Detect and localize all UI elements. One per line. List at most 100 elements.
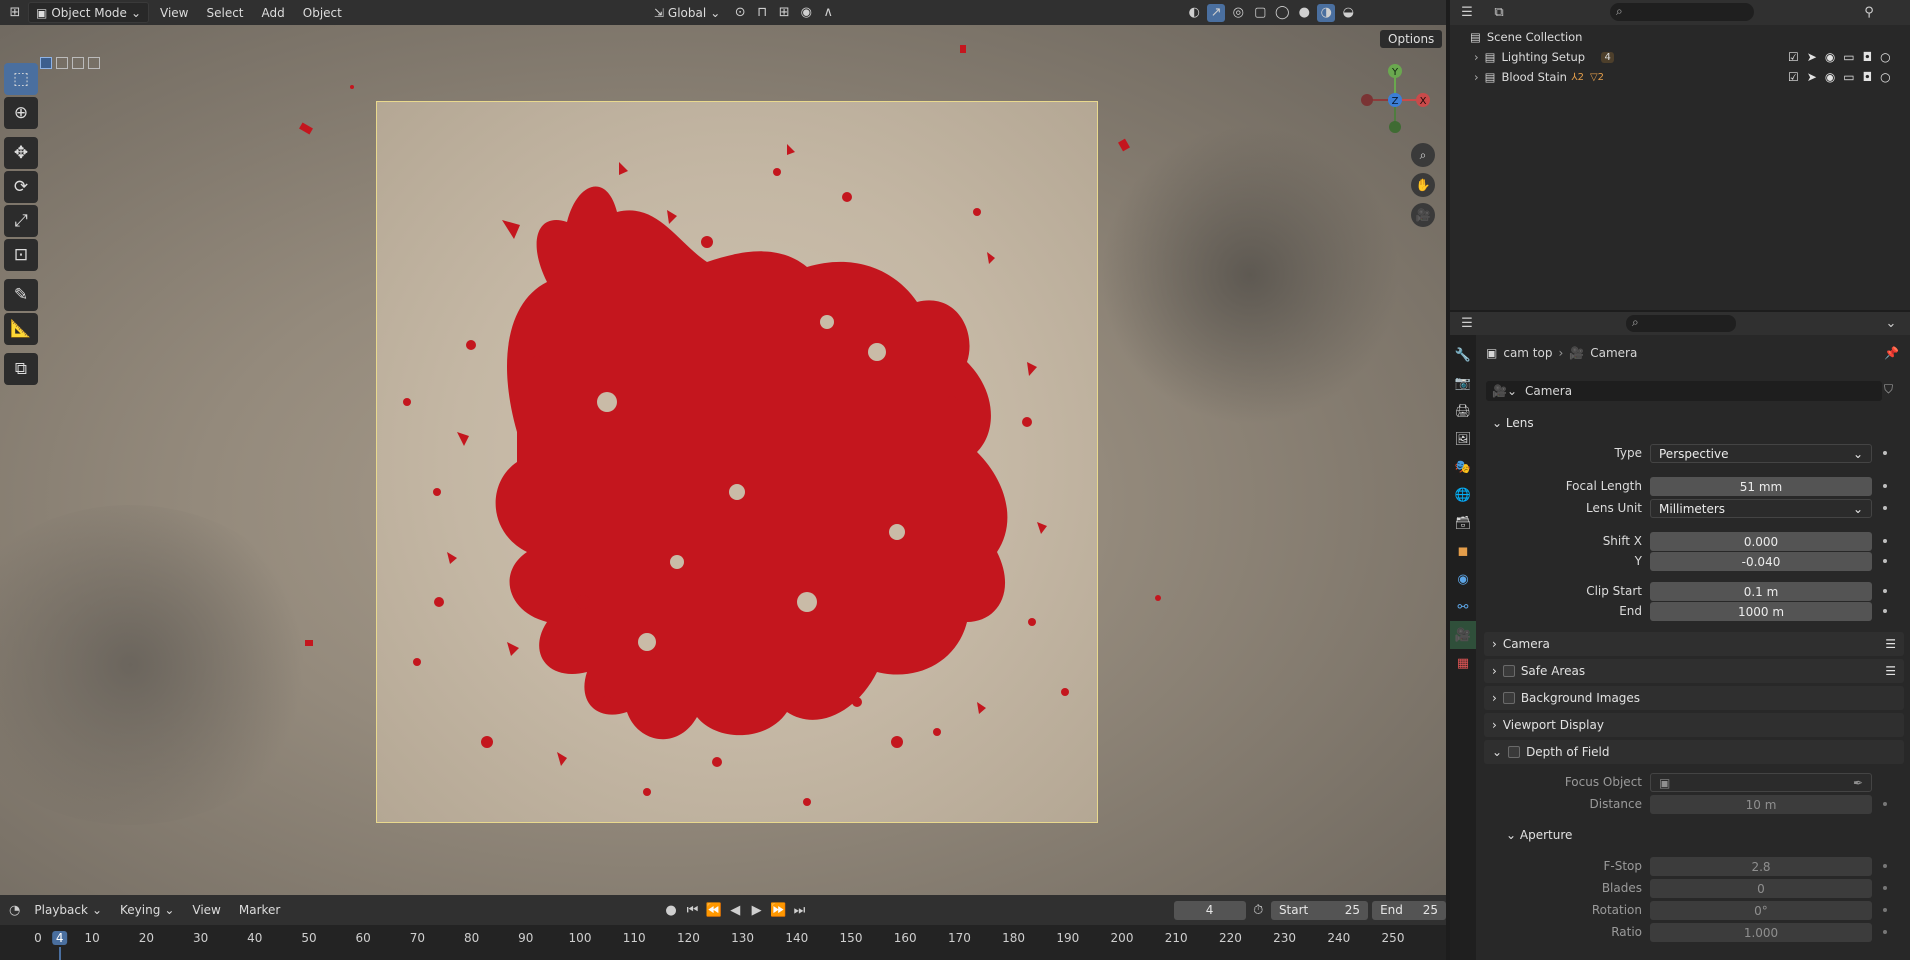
focus-object-field[interactable]: ▣ ✒ [1650, 773, 1872, 792]
frame-ruler[interactable]: 0 4 10 20 30 40 50 60 70 80 90 100 110 120 130 140 150 16… [0, 925, 1446, 960]
lens-type-dropdown[interactable]: Perspective ⌄ [1650, 444, 1872, 463]
pivot-icon[interactable]: ⊙ [731, 4, 749, 22]
fake-user-shield-icon[interactable]: ⛉ [1884, 382, 1893, 397]
orientation-dropdown[interactable]: ⇲ Global ⌄ [647, 2, 727, 23]
scene-tab-icon[interactable]: 🎭 [1450, 453, 1476, 481]
menu-object[interactable]: Object [296, 2, 349, 23]
output-tab-icon[interactable]: 🖨 [1450, 397, 1476, 425]
keyframe-dot[interactable] [1883, 908, 1887, 912]
current-frame-field[interactable]: 4 [1173, 900, 1246, 920]
lens-unit-dropdown[interactable]: Millimeters ⌄ [1650, 499, 1872, 518]
select-intersect-icon[interactable] [88, 57, 100, 69]
visibility-toggles[interactable]: ☑➤◉▭◘○ [1788, 50, 1899, 64]
datablock-name[interactable]: Camera [1525, 384, 1572, 398]
keyframe-dot[interactable] [1883, 539, 1887, 543]
mode-dropdown[interactable]: ▣ Object Mode ⌄ [28, 2, 149, 23]
world-tab-icon[interactable]: 🌐 [1450, 481, 1476, 509]
transform-tool[interactable]: ⊡ [4, 239, 38, 271]
menu-playback[interactable]: Playback ⌄ [27, 900, 109, 921]
view-layer-tab-icon[interactable]: 🖼 [1450, 425, 1476, 453]
keyframe-dot[interactable] [1883, 506, 1887, 510]
jump-start-icon[interactable]: ⏮ [684, 901, 701, 919]
visibility-icon[interactable]: ◐ [1185, 4, 1203, 22]
outliner-row-blood[interactable]: › ▤ Blood Stain ⅄2 ▽2 ☑➤◉▭◘○ [1450, 67, 1910, 87]
proportional-edit-icon[interactable]: ◉ [797, 4, 815, 22]
solid-shading-icon[interactable]: ● [1295, 4, 1313, 22]
stopwatch-icon[interactable]: ⏱ [1250, 901, 1267, 919]
visibility-toggles[interactable]: ☑➤◉▭◘○ [1788, 70, 1899, 84]
pin-icon[interactable]: 📌 [1884, 346, 1899, 360]
camera-data-tab-icon[interactable]: 🎥 [1450, 621, 1476, 649]
menu-marker[interactable]: Marker [232, 900, 287, 921]
select-subtract-icon[interactable] [72, 57, 84, 69]
rendered-shading-icon[interactable]: ◒ [1339, 4, 1357, 22]
ratio-field[interactable]: 1.000 [1650, 923, 1872, 942]
safe-areas-checkbox[interactable] [1502, 665, 1515, 677]
scale-tool[interactable]: ⤢ [4, 205, 38, 237]
keyframe-dot[interactable] [1883, 930, 1887, 934]
lens-panel-header[interactable]: ⌄ Lens [1492, 416, 1534, 430]
add-cube-tool[interactable]: ⧉ [4, 353, 38, 385]
keyframe-dot[interactable] [1883, 886, 1887, 890]
properties-editor-icon[interactable]: ☰ [1458, 314, 1476, 332]
presets-list-icon[interactable]: ☰ [1885, 637, 1896, 651]
physics-tab-icon[interactable]: ◉ [1450, 565, 1476, 593]
viewport-display-panel[interactable]: › Viewport Display [1484, 713, 1904, 737]
background-images-panel[interactable]: › Background Images [1484, 686, 1904, 710]
gizmo-icon[interactable]: ↗ [1207, 3, 1226, 22]
prev-key-icon[interactable]: ⏪ [705, 901, 722, 919]
clip-start-field[interactable]: 0.1 m [1650, 582, 1872, 601]
background-images-checkbox[interactable] [1502, 692, 1515, 704]
presets-list-icon[interactable]: ☰ [1885, 664, 1896, 678]
menu-add[interactable]: Add [255, 2, 292, 23]
distance-field[interactable]: 10 m [1650, 795, 1872, 814]
jump-end-icon[interactable]: ⏭ [791, 901, 808, 919]
keyframe-dot[interactable] [1883, 589, 1887, 593]
record-icon[interactable]: ● [662, 901, 679, 919]
collection-tab-icon[interactable]: 🗃 [1450, 509, 1476, 537]
tool-tab-icon[interactable]: 🔧 [1450, 341, 1476, 369]
shift-y-field[interactable]: -0.040 [1650, 552, 1872, 571]
cursor-tool[interactable]: ⊕ [4, 97, 38, 129]
chevron-down-icon[interactable]: ⌄ [1882, 314, 1900, 332]
render-tab-icon[interactable]: 📷 [1450, 369, 1476, 397]
menu-keying[interactable]: Keying ⌄ [113, 900, 181, 921]
keyframe-dot[interactable] [1883, 484, 1887, 488]
safe-areas-panel[interactable]: › Safe Areas ☰ [1484, 659, 1904, 683]
fstop-field[interactable]: 2.8 [1650, 857, 1872, 876]
select-mode-buttons[interactable] [40, 57, 130, 73]
pan-hand-icon[interactable]: ✋ [1411, 173, 1435, 197]
depth-of-field-panel[interactable]: ⌄ Depth of Field [1484, 740, 1904, 764]
breadcrumb-data[interactable]: Camera [1590, 346, 1637, 360]
snap-target-icon[interactable]: ⊞ [775, 4, 793, 22]
material-shading-icon[interactable]: ◑ [1317, 3, 1336, 22]
keyframe-dot[interactable] [1883, 802, 1887, 806]
move-tool[interactable]: ✥ [4, 137, 38, 169]
options-dropdown[interactable]: Options [1380, 30, 1443, 48]
expand-arrow-icon[interactable]: › [1474, 70, 1479, 84]
select-box-tool[interactable]: ⬚ [4, 63, 38, 95]
snap-icon[interactable]: ⊓ [753, 4, 771, 22]
end-frame-field[interactable]: End 25 [1372, 900, 1447, 920]
select-extend-icon[interactable] [56, 57, 68, 69]
object-tab-icon[interactable]: ◼ [1450, 537, 1476, 565]
menu-timeline-view[interactable]: View [185, 900, 227, 921]
properties-search-input[interactable]: ⌕ [1626, 315, 1736, 332]
start-frame-field[interactable]: Start 25 [1270, 900, 1369, 920]
annotate-tool[interactable]: ✎ [4, 279, 38, 311]
keyframe-dot[interactable] [1883, 609, 1887, 613]
outliner-row-scene[interactable]: ▤ Scene Collection [1450, 27, 1910, 47]
keyframe-dot[interactable] [1883, 864, 1887, 868]
camera-view-icon[interactable]: 🎥 [1411, 203, 1435, 227]
breadcrumb-object[interactable]: cam top [1503, 346, 1552, 360]
shift-x-field[interactable]: 0.000 [1650, 532, 1872, 551]
select-new-icon[interactable] [40, 57, 52, 69]
eyedropper-icon[interactable]: ✒ [1853, 776, 1863, 790]
zoom-icon[interactable]: ⌕ [1411, 143, 1435, 167]
play-icon[interactable]: ▶ [748, 901, 765, 919]
outliner-search-input[interactable]: ⌕ [1610, 3, 1754, 21]
3d-viewport[interactable]: Options ⬚ ⊕ ✥ ⟳ ⤢ ⊡ ✎ 📐 ⧉ Y X Z ⌕ ✋ 🎥 [0, 25, 1446, 895]
wireframe-shading-icon[interactable]: ◯ [1273, 4, 1291, 22]
expand-arrow-icon[interactable]: › [1474, 50, 1479, 64]
camera-panel[interactable]: › Camera ☰ [1484, 632, 1904, 656]
